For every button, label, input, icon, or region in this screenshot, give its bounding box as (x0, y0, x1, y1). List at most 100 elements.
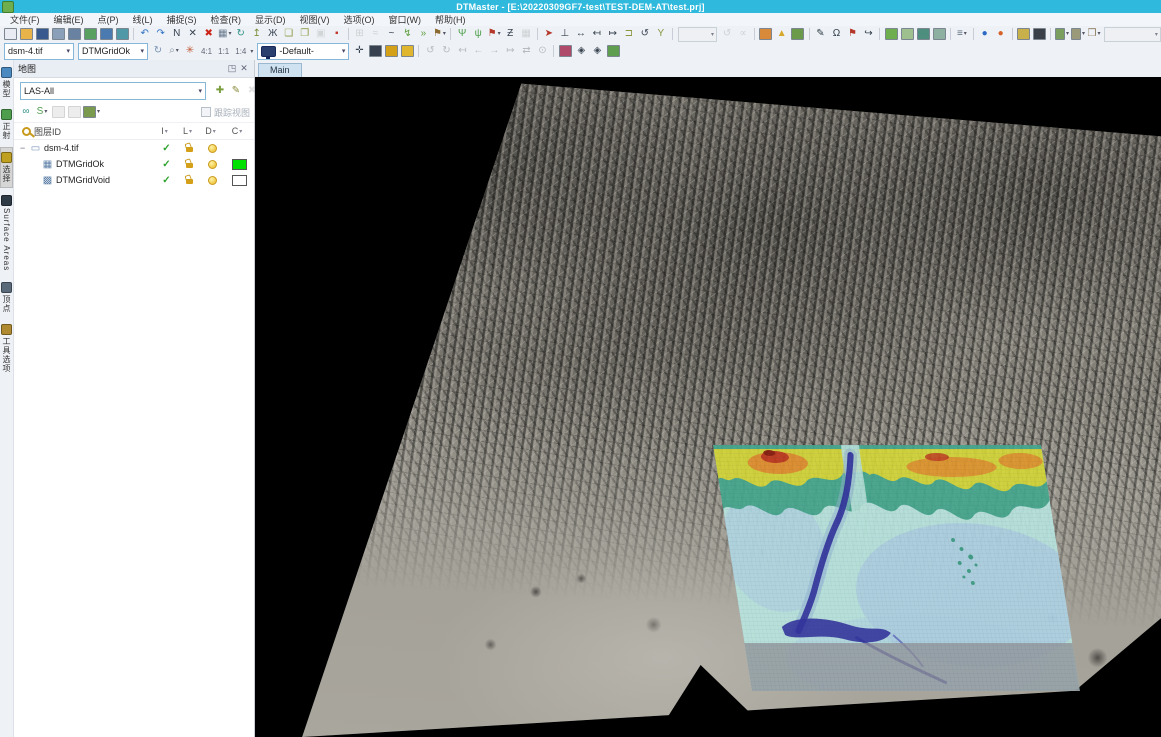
title-bar[interactable]: DTMaster - [E:\20220309GF7-test\TEST-DEM… (0, 0, 1161, 13)
ball-orange[interactable]: ● (994, 27, 1008, 41)
export-grid[interactable] (83, 27, 97, 41)
confirm-edit[interactable]: Υ (654, 27, 668, 41)
stereo-view-2[interactable] (916, 27, 930, 41)
import-flag-cell[interactable]: ✓ (155, 175, 178, 186)
col-display[interactable]: D (199, 126, 222, 136)
drop-plumb[interactable]: ⊥ (558, 27, 572, 41)
hillshade-toggle[interactable] (1032, 27, 1046, 41)
point-filter[interactable]: ⚑ ▾ (432, 27, 446, 41)
nav-point-b[interactable]: ◈ (590, 44, 604, 58)
zoom-ratio-1-1[interactable]: 1:1 (215, 47, 232, 56)
sidebar-tab-tool-options[interactable]: 工具选项 (0, 320, 13, 377)
snap-toggle[interactable]: Ƶ (503, 27, 517, 41)
menu-item-1[interactable]: 文件(F) (3, 13, 47, 26)
menu-item-9[interactable]: 选项(O) (337, 13, 382, 26)
col-lock[interactable]: L (176, 126, 199, 136)
dataset-combo[interactable]: LAS-All ▾ (20, 82, 206, 100)
grid-view[interactable] (115, 27, 129, 41)
colormap-select[interactable]: ▾ (1055, 27, 1069, 41)
sidebar-tab-surface-areas[interactable]: Surface Areas (0, 191, 13, 275)
zoom-ratio-dropdown[interactable]: ▾ (250, 48, 253, 55)
fit-view[interactable]: ✳ (183, 44, 197, 58)
sidebar-tab-selection[interactable]: 选择 (0, 147, 13, 188)
redo[interactable]: ↷ (154, 27, 168, 41)
open-project[interactable] (19, 27, 33, 41)
zoom-ratio-4-1[interactable]: 4:1 (198, 47, 215, 56)
operator-tool[interactable]: Ω (829, 27, 843, 41)
stereo-cursor-2[interactable] (932, 27, 946, 41)
undo[interactable]: ↶ (138, 27, 152, 41)
nav-point-a[interactable]: ◈ (574, 44, 588, 58)
rotate-view[interactable]: ↺ (638, 27, 652, 41)
tab-main[interactable]: Main (258, 63, 302, 77)
color-chip-cell[interactable] (224, 158, 254, 170)
sidebar-tab-vertices[interactable]: 顶点 (0, 278, 13, 317)
delete-point[interactable]: ✕ (186, 27, 200, 41)
sidebar-tab-ortho[interactable]: 正射 (0, 105, 13, 144)
lock-grid[interactable] (400, 44, 414, 58)
paste-object[interactable]: ❐ (298, 27, 312, 41)
layer-combo[interactable]: dsm-4.tif ▾ (4, 42, 74, 60)
flag-error[interactable]: ⚑ ▾ (487, 27, 501, 41)
menu-item-2[interactable]: 编辑(E) (47, 13, 91, 26)
viewport-canvas[interactable] (255, 77, 1161, 737)
edit-dataset[interactable]: ✎ (229, 84, 243, 98)
profiles[interactable]: Ж (266, 27, 280, 41)
statistics[interactable] (791, 27, 805, 41)
histogram[interactable] (368, 44, 382, 58)
binoculars[interactable]: ∞ (19, 105, 33, 119)
import-data[interactable] (67, 27, 81, 41)
raise-point[interactable]: ↥ (250, 27, 264, 41)
menu-item-7[interactable]: 显示(D) (248, 13, 293, 26)
display-flag-cell[interactable] (201, 143, 224, 153)
move-right[interactable]: ↦ (606, 27, 620, 41)
import-flag-cell[interactable]: ✓ (155, 159, 178, 170)
track-view-toggle[interactable]: 跟踪视图 (200, 106, 250, 119)
stamp-tool[interactable]: ❒ ▾ (1087, 27, 1101, 41)
menu-item-10[interactable]: 窗口(W) (382, 13, 429, 26)
record-point[interactable]: ▪ (330, 27, 344, 41)
zoom-ratio-1-4[interactable]: 1:4 (232, 47, 249, 56)
menu-item-5[interactable]: 捕捉(S) (160, 13, 204, 26)
add-dataset[interactable]: ✚ (213, 84, 227, 98)
layer-id-header[interactable]: 图层ID (22, 125, 153, 138)
delete-selection[interactable]: ✖ (202, 27, 216, 41)
color-chip-cell[interactable] (224, 174, 254, 186)
fly-through[interactable]: ➤ (542, 27, 556, 41)
menu-item-6[interactable]: 检查(R) (204, 13, 249, 26)
display-options[interactable]: ≡ ▾ (955, 27, 969, 41)
layer-row-DTMGridVoid[interactable]: ▩ DTMGridVoid ✓ (14, 172, 254, 188)
float-panel-icon[interactable]: ◳ (226, 63, 238, 74)
hook-tool[interactable]: ↪ (861, 27, 875, 41)
save-all[interactable] (51, 27, 65, 41)
contour-tool[interactable]: ~ (384, 27, 398, 41)
menu-item-8[interactable]: 视图(V) (293, 13, 337, 26)
tree-expander[interactable]: − (20, 143, 29, 153)
grow-region[interactable]: Ψ (455, 27, 469, 41)
profile-combo[interactable]: -Default- ▾ (257, 42, 350, 60)
zoom-tool[interactable]: ⌕ ▾ (167, 44, 181, 58)
save[interactable] (35, 27, 49, 41)
auto-refresh-map[interactable]: S ▾ (35, 105, 49, 119)
measure-tool[interactable]: ✛ (352, 44, 366, 58)
open-model[interactable] (99, 27, 113, 41)
lock-flag-cell[interactable] (178, 160, 201, 168)
draw-line[interactable]: N (170, 27, 184, 41)
refresh-view[interactable]: ↻ (234, 27, 248, 41)
flag-anchor[interactable]: ⚑ (845, 27, 859, 41)
new-file[interactable] (3, 27, 17, 41)
interpolate[interactable]: ↯ (400, 27, 414, 41)
edit-pen[interactable]: ✎ (813, 27, 827, 41)
export-ortho[interactable] (606, 44, 620, 58)
pan-horizontal[interactable]: ↔ (574, 27, 588, 41)
auto-refresh[interactable]: ↻ (151, 44, 165, 58)
clip-region[interactable]: ⊐ (622, 27, 636, 41)
lock-flag-cell[interactable] (178, 144, 201, 152)
pyramid-view[interactable] (558, 44, 572, 58)
dem-colormap[interactable] (1016, 27, 1030, 41)
select-rect[interactable]: ▦ ▾ (218, 27, 232, 41)
lock-flag-cell[interactable] (178, 176, 201, 184)
col-color[interactable]: C (222, 126, 252, 136)
texture-select[interactable]: ▾ (1071, 27, 1085, 41)
copy-object[interactable]: ❏ (282, 27, 296, 41)
